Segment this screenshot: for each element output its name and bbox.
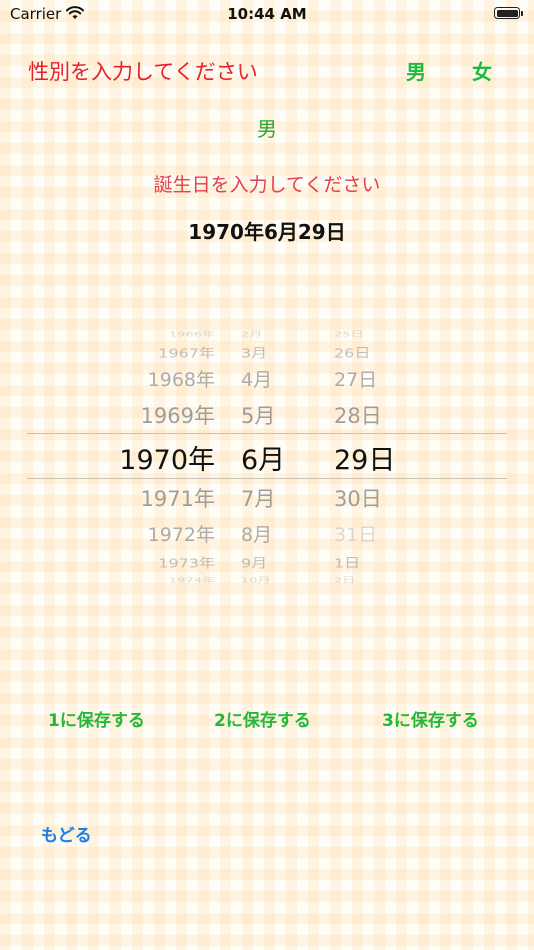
battery-icon [494,7,520,19]
month-option[interactable]: 8月 [241,520,272,547]
day-option[interactable]: 1日 [334,552,360,571]
save-slot-1-button[interactable]: 1に保存する [48,706,145,731]
month-wheel[interactable]: 2月 3月 4月 5月 6月 7月 8月 9月 10月 [225,320,310,590]
month-option[interactable]: 3月 [241,342,267,361]
day-option[interactable]: 28日 [334,400,382,430]
male-button[interactable]: 男 [406,56,426,85]
year-option[interactable]: 1967年 [158,342,215,361]
month-option[interactable]: 2月 [241,328,262,338]
battery-fill [496,9,518,17]
save-slot-3-button[interactable]: 3に保存する [382,706,479,731]
day-option[interactable]: 26日 [334,342,370,361]
year-option[interactable]: 1974年 [169,574,215,584]
year-option-selected[interactable]: 1970年 [119,438,215,477]
month-option[interactable]: 5月 [241,400,275,430]
year-wheel[interactable]: 1966年 1967年 1968年 1969年 1970年 1971年 1972… [0,320,225,590]
month-option[interactable]: 4月 [241,365,272,392]
gender-prompt: 性別を入力してください [28,60,258,84]
selected-gender: 男 [257,117,277,141]
month-option[interactable]: 7月 [241,483,275,513]
day-option[interactable]: 25日 [334,328,364,338]
female-button[interactable]: 女 [472,56,492,85]
picker-selection-line-top [27,433,507,434]
year-option[interactable]: 1966年 [169,328,215,338]
day-option[interactable]: 30日 [334,483,382,513]
day-option[interactable]: 27日 [334,365,377,392]
month-option-selected[interactable]: 6月 [241,438,285,477]
year-option[interactable]: 1969年 [141,400,215,430]
day-option-selected[interactable]: 29日 [334,438,395,477]
birthday-prompt: 誕生日を入力してください [153,174,381,196]
day-wheel[interactable]: 25日 26日 27日 28日 29日 30日 31日 1日 2日 [310,320,420,590]
day-option[interactable]: 2日 [334,574,355,584]
month-option[interactable]: 10月 [241,574,271,584]
save-slot-2-button[interactable]: 2に保存する [214,706,311,731]
status-time: 10:44 AM [227,5,307,23]
date-picker[interactable]: 1966年 1967年 1968年 1969年 1970年 1971年 1972… [0,320,534,590]
year-option[interactable]: 1968年 [148,365,215,392]
picker-selection-line-bottom [27,478,507,479]
year-option[interactable]: 1971年 [141,483,215,513]
day-option-invalid[interactable]: 31日 [334,520,377,547]
year-option[interactable]: 1972年 [148,520,215,547]
selected-date: 1970年6月29日 [188,220,346,244]
battery-tip [521,11,523,16]
year-option[interactable]: 1973年 [158,552,215,571]
month-option[interactable]: 9月 [241,552,267,571]
status-bar: Carrier 10:44 AM [0,0,534,28]
back-button[interactable]: もどる [41,821,92,846]
